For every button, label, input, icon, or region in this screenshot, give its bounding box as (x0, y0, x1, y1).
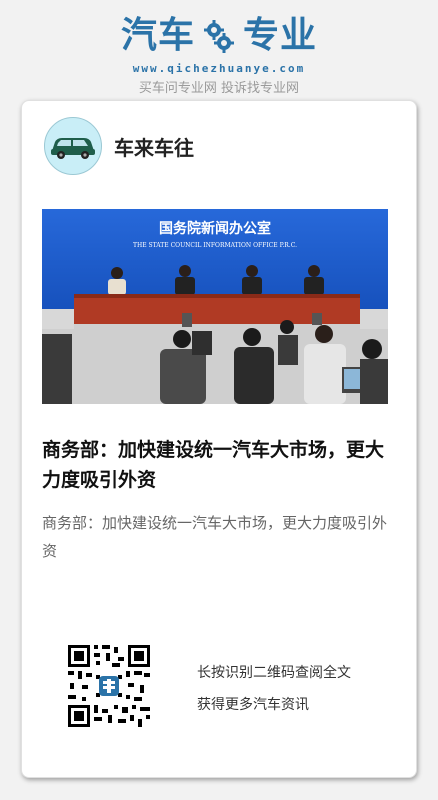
car-icon (51, 138, 95, 159)
profile-name: 车来车往 (114, 135, 194, 160)
news-photo[interactable]: 国务院新闻办公室 THE STATE COUNCIL INFORMATION O… (42, 209, 388, 404)
qr-code[interactable] (68, 645, 150, 727)
share-poster: 汽车 专业 www.qichezhuanye.com 买车问专业网 投诉找专业网… (0, 0, 438, 800)
article-summary: 商务部：加快建设统一汽车大市场，更大力度吸引外资 (42, 514, 388, 560)
banner-title: 国务院新闻办公室 (159, 220, 271, 237)
gear-icon (204, 20, 234, 53)
brand-logo: 汽车 专业 (121, 14, 317, 58)
profile: 车来车往 (44, 117, 194, 175)
article-headline[interactable]: 商务部：加快建设统一汽车大市场，更大力度吸引外资 (42, 435, 392, 495)
qr-caption-line1: 长按识别二维码查阅全文 (197, 665, 351, 681)
article-card: 车来车往 国务院新闻办公室 THE STATE COUNCIL INFORMAT… (21, 100, 417, 778)
banner-subtitle: THE STATE COUNCIL INFORMATION OFFICE P.R… (133, 242, 297, 249)
qr-caption-line2: 获得更多汽车资讯 (197, 697, 309, 713)
logo-text-left: 汽车 (120, 15, 195, 56)
qr-code-image (68, 645, 150, 727)
brand-tagline: 买车问专业网 投诉找专业网 (138, 81, 300, 96)
avatar (44, 117, 102, 175)
brand-header: 汽车 专业 www.qichezhuanye.com 买车问专业网 投诉找专业网 (0, 14, 438, 96)
brand-url: www.qichezhuanye.com (132, 62, 306, 75)
qr-caption: 长按识别二维码查阅全文 获得更多汽车资讯 (197, 657, 351, 721)
logo-text-right: 专业 (243, 15, 318, 56)
